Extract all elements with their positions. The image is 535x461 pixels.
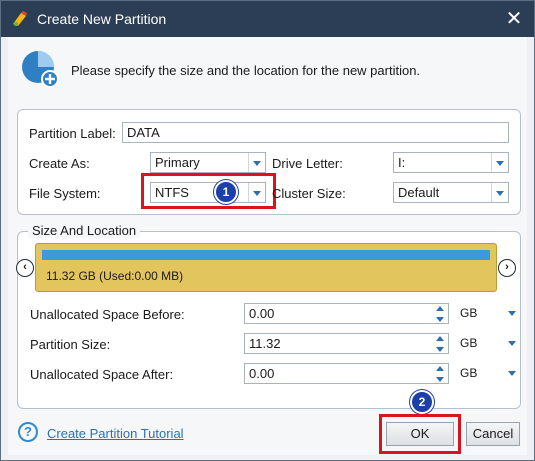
spinner-icon[interactable] — [432, 304, 448, 325]
chevron-left-icon[interactable]: ‹ — [16, 259, 34, 277]
size-location-group: Size And Location ‹ 11.32 GB (Used:0.00 … — [16, 223, 521, 409]
partition-size-value: 11.32 — [249, 336, 281, 351]
file-system-highlight — [141, 173, 276, 209]
window-title: Create New Partition — [37, 11, 167, 27]
title-bar[interactable]: Create New Partition ✕ — [1, 1, 534, 37]
unallocated-after-label: Unallocated Space After: — [30, 367, 174, 382]
unit-select-before[interactable]: GB — [460, 303, 520, 324]
unit-before: GB — [460, 306, 478, 320]
chevron-down-icon[interactable] — [248, 153, 265, 172]
help-icon[interactable]: ? — [18, 422, 38, 442]
partition-size-input[interactable]: 11.32 — [244, 333, 449, 354]
chevron-down-icon[interactable] — [508, 371, 516, 376]
unit-select-after[interactable]: GB — [460, 363, 520, 384]
cluster-size-value: Default — [398, 185, 440, 200]
unallocated-after-value: 0.00 — [249, 366, 275, 381]
drive-letter-select[interactable]: I: — [393, 152, 509, 173]
disk-usage-bar — [42, 250, 490, 260]
create-partition-tutorial-link[interactable]: Create Partition Tutorial — [47, 426, 184, 441]
create-as-label: Create As: — [29, 156, 90, 171]
chevron-down-icon[interactable] — [491, 183, 508, 202]
unit-after: GB — [460, 366, 478, 380]
size-location-title: Size And Location — [28, 223, 141, 238]
spinner-icon[interactable] — [432, 364, 448, 385]
drive-letter-value: I: — [398, 155, 406, 170]
unallocated-before-input[interactable]: 0.00 — [244, 303, 449, 324]
partition-label-input[interactable]: DATA — [122, 122, 509, 143]
spinner-icon[interactable] — [432, 334, 448, 355]
unit-size: GB — [460, 336, 478, 350]
chevron-down-icon[interactable] — [508, 341, 516, 346]
ok-button[interactable]: OK — [386, 422, 454, 446]
instruction-text: Please specify the size and the location… — [71, 63, 421, 78]
unallocated-after-input[interactable]: 0.00 — [244, 363, 449, 384]
cluster-size-select[interactable]: Default — [393, 182, 509, 203]
unallocated-before-label: Unallocated Space Before: — [30, 307, 185, 322]
step-badge-2: 2 — [410, 390, 434, 414]
app-logo-icon — [11, 10, 29, 28]
close-icon[interactable]: ✕ — [500, 5, 528, 33]
disk-size-text: 11.32 GB (Used:0.00 MB) — [46, 269, 184, 283]
dialog-content: Please specify the size and the location… — [8, 37, 527, 455]
chevron-right-icon[interactable]: › — [498, 259, 516, 277]
create-as-select[interactable]: Primary — [150, 152, 266, 173]
partition-label-label: Partition Label: — [29, 126, 116, 141]
partition-add-icon — [20, 49, 60, 89]
disk-map[interactable]: 11.32 GB (Used:0.00 MB) — [35, 243, 497, 292]
cluster-size-label: Cluster Size: — [272, 186, 346, 201]
chevron-down-icon[interactable] — [508, 311, 516, 316]
chevron-down-icon[interactable] — [491, 153, 508, 172]
step-badge-1: 1 — [214, 180, 238, 204]
create-partition-dialog: Create New Partition ✕ Please specify th… — [0, 0, 535, 461]
cancel-button[interactable]: Cancel — [466, 422, 520, 446]
unallocated-before-value: 0.00 — [249, 306, 275, 321]
file-system-label: File System: — [29, 186, 101, 201]
create-as-value: Primary — [155, 155, 200, 170]
unit-select-size[interactable]: GB — [460, 333, 520, 354]
drive-letter-label: Drive Letter: — [272, 156, 343, 171]
partition-settings-group: Partition Label: DATA Create As: Primary… — [17, 109, 521, 215]
partition-size-label: Partition Size: — [30, 337, 111, 352]
